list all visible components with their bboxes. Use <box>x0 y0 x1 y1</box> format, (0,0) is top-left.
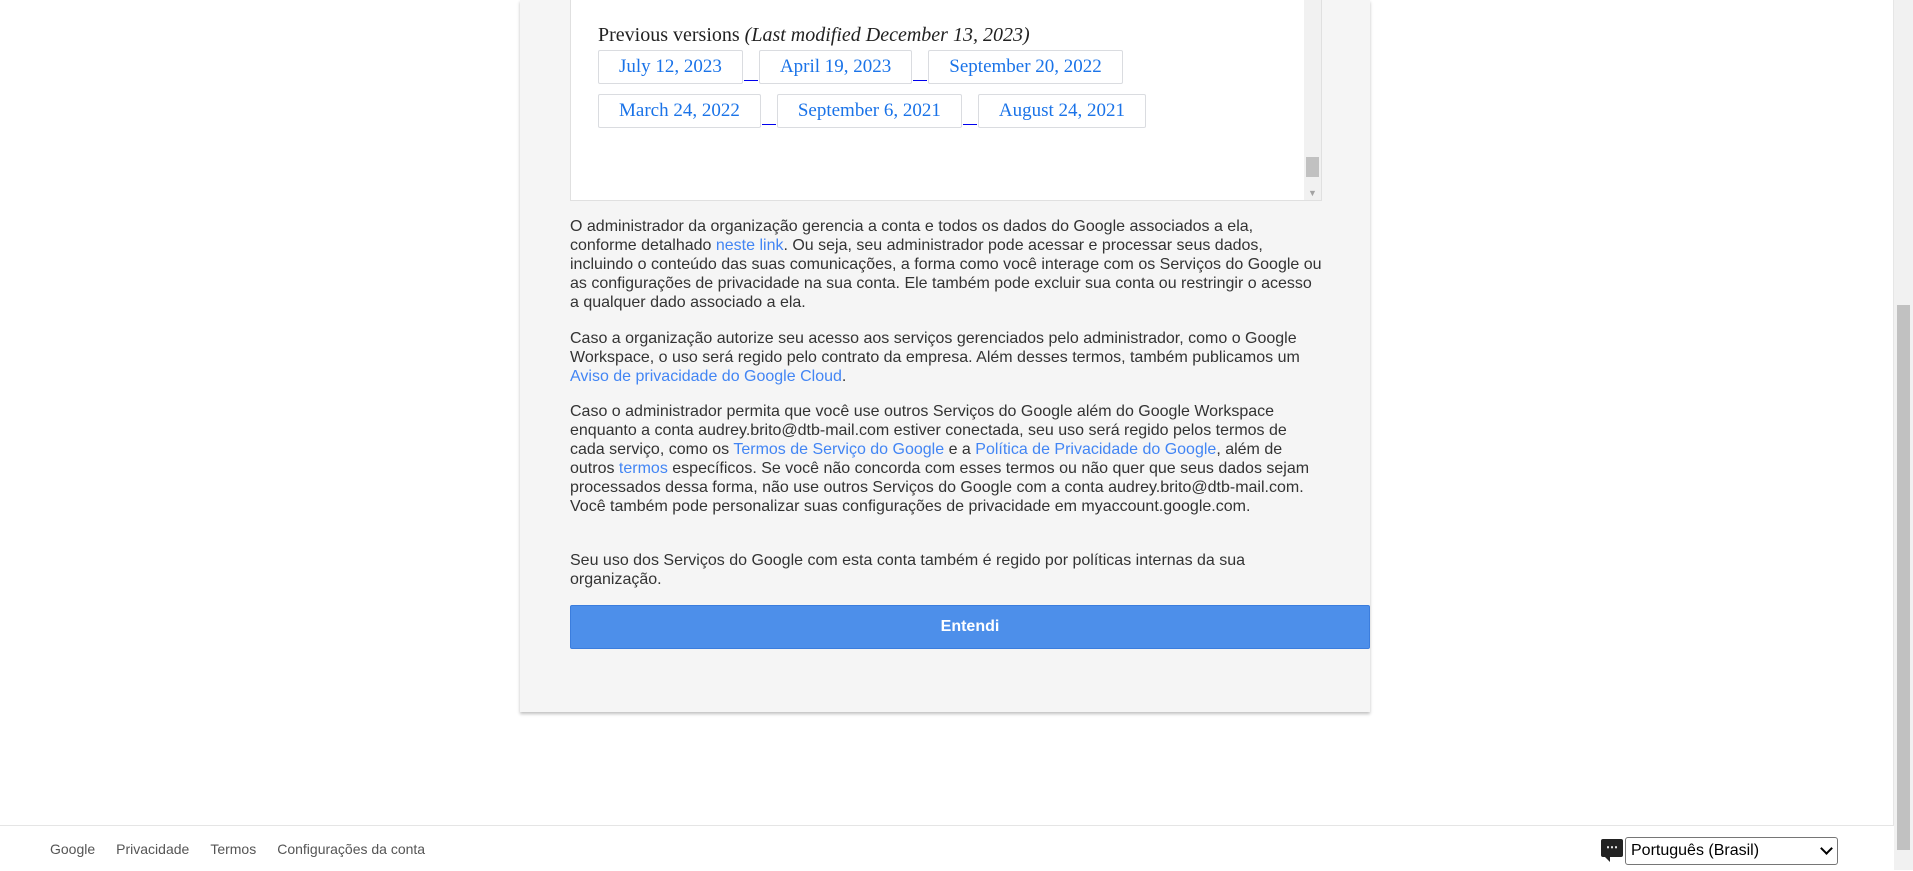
link-separator <box>962 122 977 125</box>
consent-card: Previous versions (Last modified Decembe… <box>520 0 1370 712</box>
internal-policies-paragraph: Seu uso dos Serviços do Google com esta … <box>570 551 1322 589</box>
admin-paragraph: O administrador da organização gerencia … <box>570 217 1322 312</box>
version-link[interactable]: March 24, 2022 <box>598 94 761 128</box>
previous-versions-heading: Previous versions (Last modified Decembe… <box>598 24 1030 47</box>
previous-versions-label: Previous versions <box>598 24 740 46</box>
terms-scrollbar[interactable]: ▼ <box>1304 0 1321 200</box>
page-scrollbar[interactable] <box>1893 0 1913 870</box>
last-modified-text: (Last modified December 13, 2023) <box>744 24 1030 46</box>
link-separator <box>743 78 758 81</box>
understood-button[interactable]: Entendi <box>570 605 1370 649</box>
other-services-paragraph: Caso o administrador permita que você us… <box>570 402 1322 516</box>
link-separator <box>761 122 776 125</box>
version-link[interactable]: September 6, 2021 <box>776 94 962 128</box>
footer-link-privacy[interactable]: Privacidade <box>116 841 189 857</box>
version-link[interactable]: April 19, 2023 <box>758 50 913 84</box>
paragraph-text: Seu uso dos Serviços do Google com esta … <box>570 552 1246 588</box>
language-selected-value: Português (Brasil) <box>1631 842 1760 859</box>
paragraph-text: . <box>841 368 847 385</box>
footer-link-google[interactable]: Google <box>50 841 95 857</box>
language-select[interactable]: Português (Brasil) <box>1625 837 1838 865</box>
paragraph-text: e a <box>944 441 976 458</box>
terms-scrollbar-thumb[interactable] <box>1306 157 1319 177</box>
paragraph-text: específicos. Se você não concorda com es… <box>570 460 1310 515</box>
privacy-policy-link[interactable]: Política de Privacidade do Google <box>975 441 1216 458</box>
chevron-down-icon <box>1820 842 1833 855</box>
scroll-down-arrow-icon[interactable]: ▼ <box>1304 188 1321 198</box>
footer-link-terms[interactable]: Termos <box>210 841 256 857</box>
version-link[interactable]: July 12, 2023 <box>598 50 743 84</box>
versions-row: July 12, 2023 April 19, 2023 September 2… <box>598 50 1123 84</box>
versions-row: March 24, 2022 September 6, 2021 August … <box>598 94 1147 128</box>
workspace-paragraph: Caso a organização autorize seu acesso a… <box>570 329 1322 386</box>
terms-frame[interactable]: Previous versions (Last modified Decembe… <box>570 0 1322 201</box>
footer: Google Privacidade Termos Configurações … <box>0 825 1894 871</box>
version-link[interactable]: September 20, 2022 <box>928 50 1123 84</box>
footer-link-account-settings[interactable]: Configurações da conta <box>277 841 425 857</box>
cloud-privacy-notice-link[interactable]: Aviso de privacidade do Google Cloud <box>570 368 842 385</box>
version-link[interactable]: August 24, 2021 <box>977 94 1147 128</box>
paragraph-text: Caso a organização autorize seu acesso a… <box>570 330 1300 366</box>
this-link[interactable]: neste link <box>716 237 784 254</box>
page-scrollbar-thumb[interactable] <box>1897 305 1910 850</box>
specific-terms-link[interactable]: termos <box>619 460 668 477</box>
language-icon: ⋯ <box>1601 839 1623 862</box>
footer-links: Google Privacidade Termos Configurações … <box>50 841 425 857</box>
link-separator <box>913 78 928 81</box>
terms-of-service-link[interactable]: Termos de Serviço do Google <box>733 441 944 458</box>
